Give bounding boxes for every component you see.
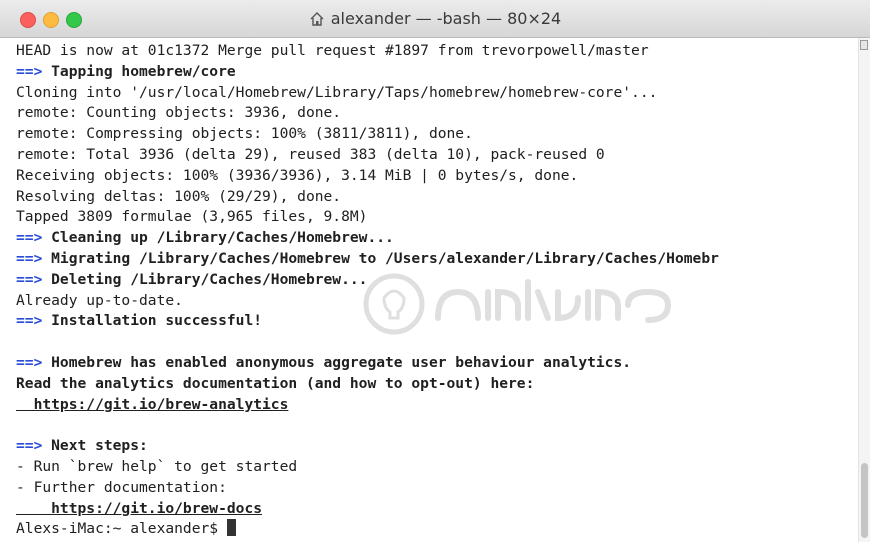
line-text: Tapping homebrew/core: [42, 62, 236, 80]
prompt-arrow: ==>: [16, 353, 43, 371]
terminal-line: ==> Homebrew has enabled anonymous aggre…: [16, 353, 858, 374]
terminal-link[interactable]: https://git.io/brew-analytics: [16, 396, 289, 413]
terminal-line: Receiving objects: 100% (3936/3936), 3.1…: [16, 166, 858, 187]
terminal-line: Cloning into '/usr/local/Homebrew/Librar…: [16, 83, 858, 104]
prompt-arrow: ==>: [16, 437, 43, 455]
terminal-line: ==> Next steps:: [16, 436, 858, 457]
terminal-line: https://git.io/brew-analytics: [16, 395, 858, 416]
terminal-line: ==> Cleaning up /Library/Caches/Homebrew…: [16, 228, 858, 249]
terminal-line: remote: Total 3936 (delta 29), reused 38…: [16, 145, 858, 166]
title-bar[interactable]: alexander — -bash — 80×24: [0, 0, 870, 38]
line-text: remote: Total 3936 (delta 29), reused 38…: [16, 145, 605, 163]
terminal-line: - Run `brew help` to get started: [16, 457, 858, 478]
line-text: Tapped 3809 formulae (3,965 files, 9.8M): [16, 208, 368, 226]
terminal-line: Read the analytics documentation (and ho…: [16, 374, 858, 395]
vertical-scrollbar[interactable]: [858, 38, 870, 542]
line-text: HEAD is now at 01c1372 Merge pull reques…: [16, 42, 649, 59]
terminal-line: Alexs-iMac:~ alexander$: [16, 519, 858, 540]
prompt-arrow: ==>: [16, 312, 43, 330]
terminal-line: remote: Compressing objects: 100% (3811/…: [16, 124, 858, 145]
shell-prompt: Alexs-iMac:~ alexander$: [16, 520, 227, 538]
terminal-line: - Further documentation:: [16, 478, 858, 499]
terminal-line: ==> Migrating /Library/Caches/Homebrew t…: [16, 249, 858, 270]
line-text: - Further documentation:: [16, 478, 227, 496]
split-pane-icon[interactable]: [860, 40, 868, 50]
terminal-line: ==> Deleting /Library/Caches/Homebrew...: [16, 270, 858, 291]
line-text: Cloning into '/usr/local/Homebrew/Librar…: [16, 83, 658, 101]
line-text: Installation successful!: [42, 312, 263, 330]
terminal-line: ==> Tapping homebrew/core: [16, 62, 858, 83]
line-text: Next steps:: [42, 437, 148, 455]
scrollbar-thumb[interactable]: [861, 463, 868, 538]
prompt-arrow: ==>: [16, 249, 43, 267]
line-text: - Run `brew help` to get started: [16, 457, 298, 475]
line-text: Deleting /Library/Caches/Homebrew...: [42, 270, 368, 288]
terminal-line: Already up-to-date.: [16, 291, 858, 312]
line-text: Homebrew has enabled anonymous aggregate…: [42, 353, 632, 371]
terminal-output[interactable]: HEAD is now at 01c1372 Merge pull reques…: [0, 38, 858, 542]
window-title: alexander — -bash — 80×24: [330, 9, 562, 28]
terminal-line: ==> Installation successful!: [16, 311, 858, 332]
line-text: Receiving objects: 100% (3936/3936), 3.1…: [16, 166, 579, 184]
terminal-line: remote: Counting objects: 3936, done.: [16, 103, 858, 124]
line-text: Migrating /Library/Caches/Homebrew to /U…: [42, 249, 719, 267]
terminal-line: Resolving deltas: 100% (29/29), done.: [16, 187, 858, 208]
terminal-line: HEAD is now at 01c1372 Merge pull reques…: [16, 41, 858, 62]
line-text: remote: Counting objects: 3936, done.: [16, 104, 342, 122]
terminal-line: Tapped 3809 formulae (3,965 files, 9.8M): [16, 207, 858, 228]
line-text: Read the analytics documentation (and ho…: [16, 374, 535, 392]
prompt-arrow: ==>: [16, 62, 43, 80]
line-text: remote: Compressing objects: 100% (3811/…: [16, 125, 473, 143]
prompt-arrow: ==>: [16, 270, 43, 288]
text-cursor[interactable]: [226, 519, 236, 537]
window-title-area: alexander — -bash — 80×24: [0, 9, 870, 31]
terminal-line: https://git.io/brew-docs: [16, 499, 858, 520]
prompt-arrow: ==>: [16, 229, 43, 247]
line-text: Already up-to-date.: [16, 291, 183, 309]
line-text: Resolving deltas: 100% (29/29), done.: [16, 187, 342, 205]
terminal-link[interactable]: https://git.io/brew-docs: [16, 500, 262, 517]
line-text: Cleaning up /Library/Caches/Homebrew...: [42, 229, 394, 247]
home-icon: [309, 11, 325, 31]
terminal-window: alexander — -bash — 80×24 HEAD is now at…: [0, 0, 870, 542]
